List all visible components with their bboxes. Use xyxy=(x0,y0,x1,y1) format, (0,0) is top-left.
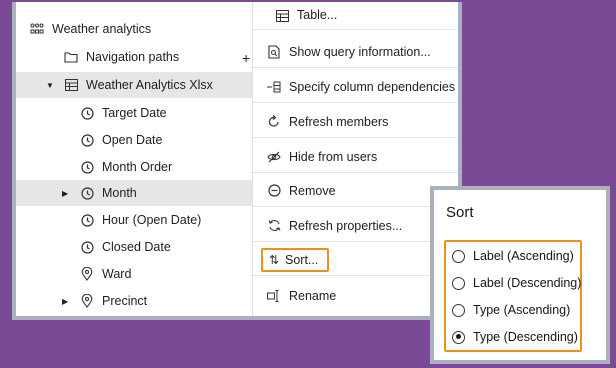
sort-option-type-descending[interactable]: Type (Descending) xyxy=(452,325,578,349)
table-icon xyxy=(275,9,289,23)
tree-item-label: Month Order xyxy=(102,160,173,174)
tree-item-label: Weather Analytics Xlsx xyxy=(86,78,213,92)
menu-item-label: Refresh members xyxy=(289,114,389,129)
clock-icon xyxy=(80,213,94,227)
expanded-caret-icon[interactable]: ▼ xyxy=(46,81,54,90)
clock-icon xyxy=(80,186,94,200)
location-pin-icon xyxy=(80,294,94,308)
radio-button[interactable] xyxy=(452,249,465,263)
tree-item-closed-date[interactable]: Closed Date xyxy=(16,234,256,260)
folder-icon xyxy=(64,50,78,64)
menu-item-table[interactable]: Table... xyxy=(253,2,458,30)
tree-item-label: Navigation paths xyxy=(86,50,180,64)
tree-item-precinct[interactable]: ▶ Precinct xyxy=(16,288,256,314)
menu-item-hide-from-users[interactable]: Hide from users xyxy=(253,141,458,173)
clock-icon xyxy=(80,240,94,254)
tree-item-open-date[interactable]: Open Date xyxy=(16,127,256,153)
tree-item-weather-analytics-xlsx[interactable]: ▼ Weather Analytics Xlsx xyxy=(16,72,256,98)
tree-root[interactable]: Weather analytics xyxy=(16,16,256,42)
tree-item-label: Precinct xyxy=(102,294,148,308)
radio-button[interactable] xyxy=(452,303,465,317)
tree-root-label: Weather analytics xyxy=(52,22,152,36)
metadata-panel: Weather analytics Navigation paths + ▼ W… xyxy=(12,2,462,320)
sort-option-type-ascending[interactable]: Type (Ascending) xyxy=(452,298,570,322)
collapsed-caret-icon[interactable]: ▶ xyxy=(62,297,68,306)
tree-item-label: Month xyxy=(102,186,137,200)
table-icon xyxy=(64,78,78,92)
tree-item-ward[interactable]: Ward xyxy=(16,261,256,287)
sort-option-label: Label (Ascending) xyxy=(473,249,574,263)
sort-option-label: Label (Descending) xyxy=(473,276,582,290)
sort-options-group: Label (Ascending) Label (Descending) Typ… xyxy=(444,240,582,352)
metadata-tree: Weather analytics Navigation paths + ▼ W… xyxy=(16,2,256,316)
add-button[interactable]: + xyxy=(242,50,250,66)
sort-dialog-title: Sort xyxy=(446,204,474,221)
menu-item-show-query-information[interactable]: Show query information... xyxy=(253,36,458,68)
collapsed-caret-icon[interactable]: ▶ xyxy=(62,189,68,198)
view-off-icon xyxy=(267,150,281,164)
sort-option-label: Type (Ascending) xyxy=(473,303,571,317)
tree-item-label: Closed Date xyxy=(102,240,171,254)
menu-item-label: Table... xyxy=(297,8,338,22)
sort-option-label-ascending[interactable]: Label (Ascending) xyxy=(452,244,574,268)
sort-icon: ⇅ xyxy=(268,252,280,267)
menu-item-label: Show query information... xyxy=(289,44,431,59)
menu-item-label: Rename xyxy=(289,289,337,303)
tree-item-navigation-paths[interactable]: Navigation paths xyxy=(16,44,256,70)
menu-item-label: Remove xyxy=(289,183,336,198)
clock-icon xyxy=(80,106,94,120)
tree-item-label: Target Date xyxy=(102,106,167,120)
menu-item-refresh-members[interactable]: Refresh members xyxy=(253,106,458,138)
document-icon xyxy=(267,44,281,59)
menu-item-label: Specify column dependencies xyxy=(289,79,456,94)
minus-circle-icon xyxy=(267,184,281,198)
clock-icon xyxy=(80,160,94,174)
sort-option-label: Type (Descending) xyxy=(473,330,578,344)
tree-item-target-date[interactable]: Target Date xyxy=(16,100,256,126)
menu-item-label: Sort... xyxy=(285,252,319,267)
column-dependency-icon xyxy=(267,80,281,94)
data-module-icon xyxy=(30,22,44,36)
tree-item-label: Ward xyxy=(102,267,132,281)
menu-item-label: Hide from users xyxy=(289,149,378,164)
menu-item-specify-column-dependencies[interactable]: Specify column dependencies xyxy=(253,71,458,103)
radio-button[interactable] xyxy=(452,276,465,290)
tree-item-label: Hour (Open Date) xyxy=(102,213,202,227)
radio-button-selected[interactable] xyxy=(452,330,465,344)
location-pin-icon xyxy=(80,267,94,281)
sort-option-label-descending[interactable]: Label (Descending) xyxy=(452,271,581,295)
sort-dialog: Sort Label (Ascending) Label (Descending… xyxy=(430,186,610,364)
refresh-properties-icon xyxy=(267,219,281,233)
tree-item-month[interactable]: ▶ Month xyxy=(16,180,256,206)
menu-item-label: Refresh properties... xyxy=(289,218,403,233)
tree-item-month-order[interactable]: Month Order xyxy=(16,154,256,180)
tree-item-hour-open-date[interactable]: Hour (Open Date) xyxy=(16,207,256,233)
tree-item-label: Open Date xyxy=(102,133,163,147)
refresh-icon xyxy=(267,115,281,129)
rename-icon xyxy=(267,289,281,303)
clock-icon xyxy=(80,133,94,147)
